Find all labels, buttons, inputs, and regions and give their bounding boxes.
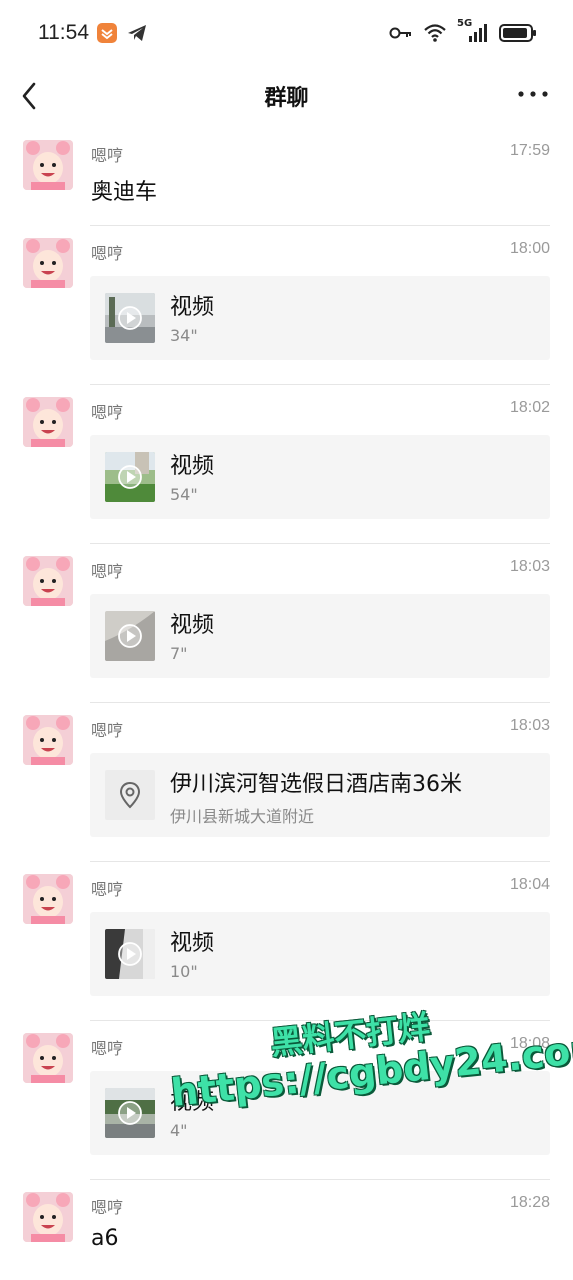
video-duration: 10" [170,962,198,981]
status-time: 11:54 [38,21,89,44]
video-card[interactable]: 视频 7" [90,594,550,678]
location-card[interactable]: 伊川滨河智选假日酒店南36米 伊川县新城大道附近 [90,753,550,837]
message-time: 18:04 [509,876,550,893]
shield-app-icon [97,23,117,43]
message-item[interactable]: 嗯哼 18:28 a6 [0,1180,573,1280]
signal-icon: 5G [457,18,489,44]
video-duration: 54" [170,485,198,504]
page-title: 群聊 [264,86,309,111]
video-duration: 4" [170,1121,188,1140]
sender-name: 嗯哼 [91,1039,124,1058]
avatar[interactable] [23,1033,73,1083]
message-time: 18:28 [509,1194,550,1211]
avatar[interactable] [23,238,73,288]
message-text: a6 [91,1226,119,1251]
video-thumbnail[interactable] [105,929,155,979]
video-card[interactable]: 视频 10" [90,912,550,996]
battery-icon [499,24,536,42]
location-subtitle: 伊川县新城大道附近 [170,807,315,826]
nav-bar: 群聊 [0,66,573,128]
avatar[interactable] [23,140,73,190]
message-time: 18:03 [509,717,550,734]
message-time: 18:08 [509,1035,550,1052]
sender-name: 嗯哼 [91,562,124,581]
sender-name: 嗯哼 [91,146,124,165]
video-thumbnail[interactable] [105,611,155,661]
video-thumbnail[interactable] [105,293,155,343]
message-text: 奥迪车 [91,180,158,205]
message-time: 18:02 [509,399,550,416]
sender-name: 嗯哼 [91,403,124,422]
location-title: 伊川滨河智选假日酒店南36米 [170,772,462,797]
video-title: 视频 [170,454,215,479]
video-duration: 34" [170,326,198,345]
location-pin-icon [105,770,155,820]
message-item[interactable]: 嗯哼 18:02 视频 54" [0,385,573,543]
video-card[interactable]: 视频 34" [90,276,550,360]
sender-name: 嗯哼 [91,244,124,263]
avatar[interactable] [23,874,73,924]
message-item[interactable]: 嗯哼 17:59 奥迪车 [0,128,573,226]
video-thumbnail[interactable] [105,452,155,502]
avatar[interactable] [23,1192,73,1242]
sender-name: 嗯哼 [91,1198,124,1217]
wifi-icon [424,24,446,42]
message-item[interactable]: 嗯哼 18:03 视频 7" [0,544,573,702]
message-time: 18:00 [509,240,550,257]
video-title: 视频 [170,931,215,956]
sender-name: 嗯哼 [91,721,124,740]
message-item[interactable]: 嗯哼 18:08 视频 4" [0,1021,573,1179]
video-title: 视频 [170,1090,215,1115]
message-item[interactable]: 嗯哼 18:00 视频 34" [0,226,573,384]
message-item[interactable]: 嗯哼 18:03 伊川滨河智选假日酒店南36米 伊川县新城大道附近 [0,703,573,861]
more-dots-icon[interactable] [515,82,551,106]
video-thumbnail[interactable] [105,1088,155,1138]
video-duration: 7" [170,644,188,663]
message-time: 17:59 [509,142,550,159]
avatar[interactable] [23,556,73,606]
status-bar: 11:54 5G [0,0,573,66]
video-card[interactable]: 视频 54" [90,435,550,519]
telegram-icon [128,25,146,41]
avatar[interactable] [23,715,73,765]
video-card[interactable]: 视频 4" [90,1071,550,1155]
sender-name: 嗯哼 [91,880,124,899]
message-time: 18:03 [509,558,550,575]
video-title: 视频 [170,613,215,638]
key-icon [389,27,411,39]
avatar[interactable] [23,397,73,447]
message-item[interactable]: 嗯哼 18:04 视频 10" [0,862,573,1020]
video-title: 视频 [170,295,215,320]
